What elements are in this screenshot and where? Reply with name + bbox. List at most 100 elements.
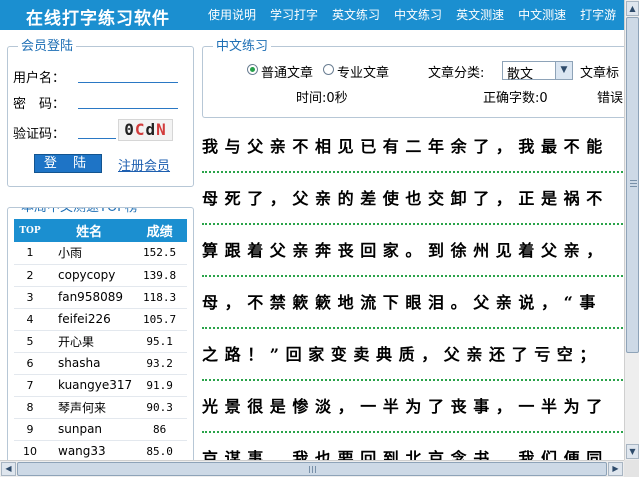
vertical-scrollbar[interactable]: ▲ ▼ xyxy=(624,0,639,460)
name-cell: shasha xyxy=(46,352,133,375)
text-line-content: 我与父亲不相见已有二年余了，我最不能 xyxy=(202,137,609,156)
rank-cell: 4 xyxy=(14,308,46,331)
radio-professional-article[interactable] xyxy=(323,64,334,75)
login-button[interactable]: 登 陆 xyxy=(34,154,102,173)
text-line-content: 算跟着父亲奔丧回家。到徐州见着父亲， xyxy=(202,241,609,260)
table-row: 6 shasha 93.2 xyxy=(14,352,187,375)
username-input[interactable] xyxy=(78,67,178,83)
captcha-char: N xyxy=(156,120,167,139)
scroll-up-arrow-icon[interactable]: ▲ xyxy=(626,1,639,16)
article-title-label: 文章标 xyxy=(580,66,620,81)
grip-line xyxy=(630,183,637,184)
score-cell: 90.3 xyxy=(132,396,187,419)
name-cell: fan958089 xyxy=(46,286,133,309)
chinese-practice-panel: 中文练习 普通文章 专业文章 文章分类: 散文 ▼ 文章标 时间:0秒 正确字数… xyxy=(202,39,639,118)
grip-line xyxy=(630,186,637,187)
ranking-header-row: TOP 姓名 成绩 xyxy=(14,219,187,242)
text-line: 母死了，父亲的差使也交卸了，正是祸不 xyxy=(202,173,624,225)
table-row: 10 wang33 85.0 xyxy=(14,440,187,460)
text-line: 京谋事，我也要回到北京念书，我们便同 xyxy=(202,433,624,460)
table-row: 9 sunpan 86 xyxy=(14,418,187,441)
grip-line xyxy=(309,466,310,473)
text-line-content: 母死了，父亲的差使也交卸了，正是祸不 xyxy=(202,189,609,208)
table-row: 5 开心果 95.1 xyxy=(14,330,187,353)
column-header-top: TOP xyxy=(14,219,46,242)
score-cell: 118.3 xyxy=(132,286,187,309)
name-cell: kuangye317 xyxy=(46,374,133,397)
nav-item-chinese-practice[interactable]: 中文练习 xyxy=(394,0,442,30)
table-row: 4 feifei226 105.7 xyxy=(14,308,187,331)
name-cell: sunpan xyxy=(46,418,133,441)
category-label: 文章分类: xyxy=(428,66,485,81)
password-label: 密 码： xyxy=(13,97,66,112)
radio-professional-label[interactable]: 专业文章 xyxy=(337,62,389,81)
radio-normal-article[interactable] xyxy=(247,64,258,75)
login-legend: 会员登陆 xyxy=(18,39,77,54)
name-cell: 小雨 xyxy=(46,242,133,265)
score-cell: 85.0 xyxy=(132,440,187,460)
grip-line xyxy=(312,466,313,473)
text-line-content: 之路！”回家变卖典质，父亲还了亏空； xyxy=(202,345,603,364)
captcha-input[interactable] xyxy=(78,123,116,139)
captcha-char: 0 xyxy=(124,120,135,139)
scroll-down-arrow-icon[interactable]: ▼ xyxy=(626,444,639,459)
score-cell: 91.9 xyxy=(132,374,187,397)
nav-item-instructions[interactable]: 使用说明 xyxy=(208,0,256,30)
text-line: 光景很是惨淡，一半为了丧事，一半为了 xyxy=(202,381,624,433)
grip-line xyxy=(315,466,316,473)
table-row: 2 copycopy 139.8 xyxy=(14,264,187,287)
practice-legend: 中文练习 xyxy=(213,39,272,54)
table-row: 3 fan958089 118.3 xyxy=(14,286,187,309)
password-input[interactable] xyxy=(78,93,178,109)
captcha-label: 验证码： xyxy=(13,127,66,142)
rank-cell: 10 xyxy=(14,440,46,460)
rank-cell: 5 xyxy=(14,330,46,353)
chevron-down-icon[interactable]: ▼ xyxy=(555,62,572,79)
nav-item-typing-game[interactable]: 打字游 xyxy=(580,0,616,30)
ranking-legend: 本周中文测速TOP榜 xyxy=(18,208,142,215)
score-cell: 86 xyxy=(132,418,187,441)
top-header: 在线打字练习软件 使用说明 学习打字 英文练习 中文练习 英文测速 中文测速 打… xyxy=(0,0,624,30)
text-line-content: 京谋事，我也要回到北京念书，我们便同 xyxy=(202,449,609,460)
nav-item-learn-typing[interactable]: 学习打字 xyxy=(270,0,318,30)
category-select[interactable]: 散文 ▼ xyxy=(502,61,573,82)
name-cell: feifei226 xyxy=(46,308,133,331)
ranking-table: TOP 姓名 成绩 1 小雨 152.5 2 copycopy 139.8 3 fan95… xyxy=(14,219,187,460)
rank-cell: 3 xyxy=(14,286,46,309)
nav-item-english-speed-test[interactable]: 英文测速 xyxy=(456,0,504,30)
table-row: 7 kuangye317 91.9 xyxy=(14,374,187,397)
nav-item-english-practice[interactable]: 英文练习 xyxy=(332,0,380,30)
text-line: 算跟着父亲奔丧回家。到徐州见着父亲， xyxy=(202,225,624,277)
member-login-box: 会员登陆 用户名： 密 码： 验证码： 0CdN 登 陆 注册会员 xyxy=(7,39,194,187)
score-cell: 93.2 xyxy=(132,352,187,375)
vertical-scroll-thumb[interactable] xyxy=(626,17,639,353)
scroll-left-arrow-icon[interactable]: ◀ xyxy=(1,462,16,476)
scroll-right-arrow-icon[interactable]: ▶ xyxy=(608,462,623,476)
main-nav: 使用说明 学习打字 英文练习 中文练习 英文测速 中文测速 打字游 xyxy=(208,0,624,30)
weekly-ranking-box: 本周中文测速TOP榜 TOP 姓名 成绩 1 小雨 152.5 2 copycopy 1… xyxy=(7,207,194,460)
nav-item-chinese-speed-test[interactable]: 中文测速 xyxy=(518,0,566,30)
rank-cell: 9 xyxy=(14,418,46,441)
captcha-char: d xyxy=(145,120,157,139)
text-line: 母，不禁簌簌地流下眼泪。父亲说，“事 xyxy=(202,277,624,329)
text-line: 我与父亲不相见已有二年余了，我最不能 xyxy=(202,121,624,173)
horizontal-scrollbar[interactable]: ◀ ▶ xyxy=(0,460,624,477)
table-row: 8 琴声何来 90.3 xyxy=(14,396,187,419)
rank-cell: 1 xyxy=(14,242,46,265)
text-line-content: 母，不禁簌簌地流下眼泪。父亲说，“事 xyxy=(202,293,603,312)
username-label: 用户名： xyxy=(13,71,66,86)
captcha-char: C xyxy=(134,120,146,139)
name-cell: 琴声何来 xyxy=(46,396,133,419)
typing-text-area[interactable]: 我与父亲不相见已有二年余了，我最不能 母死了，父亲的差使也交卸了，正是祸不 算跟… xyxy=(202,121,624,460)
score-cell: 95.1 xyxy=(132,330,187,353)
name-cell: wang33 xyxy=(46,440,133,460)
error-count-readout: 错误 xyxy=(597,91,624,106)
horizontal-scroll-thumb[interactable] xyxy=(17,462,607,476)
text-line: 之路！”回家变卖典质，父亲还了亏空； xyxy=(202,329,624,381)
captcha-image[interactable]: 0CdN xyxy=(118,119,173,141)
radio-normal-label[interactable]: 普通文章 xyxy=(261,62,313,81)
text-line-content: 光景很是惨淡，一半为了丧事，一半为了 xyxy=(202,397,609,416)
correct-count-readout: 正确字数:0 xyxy=(483,91,548,106)
register-link[interactable]: 注册会员 xyxy=(118,155,170,174)
name-cell: 开心果 xyxy=(46,330,133,353)
